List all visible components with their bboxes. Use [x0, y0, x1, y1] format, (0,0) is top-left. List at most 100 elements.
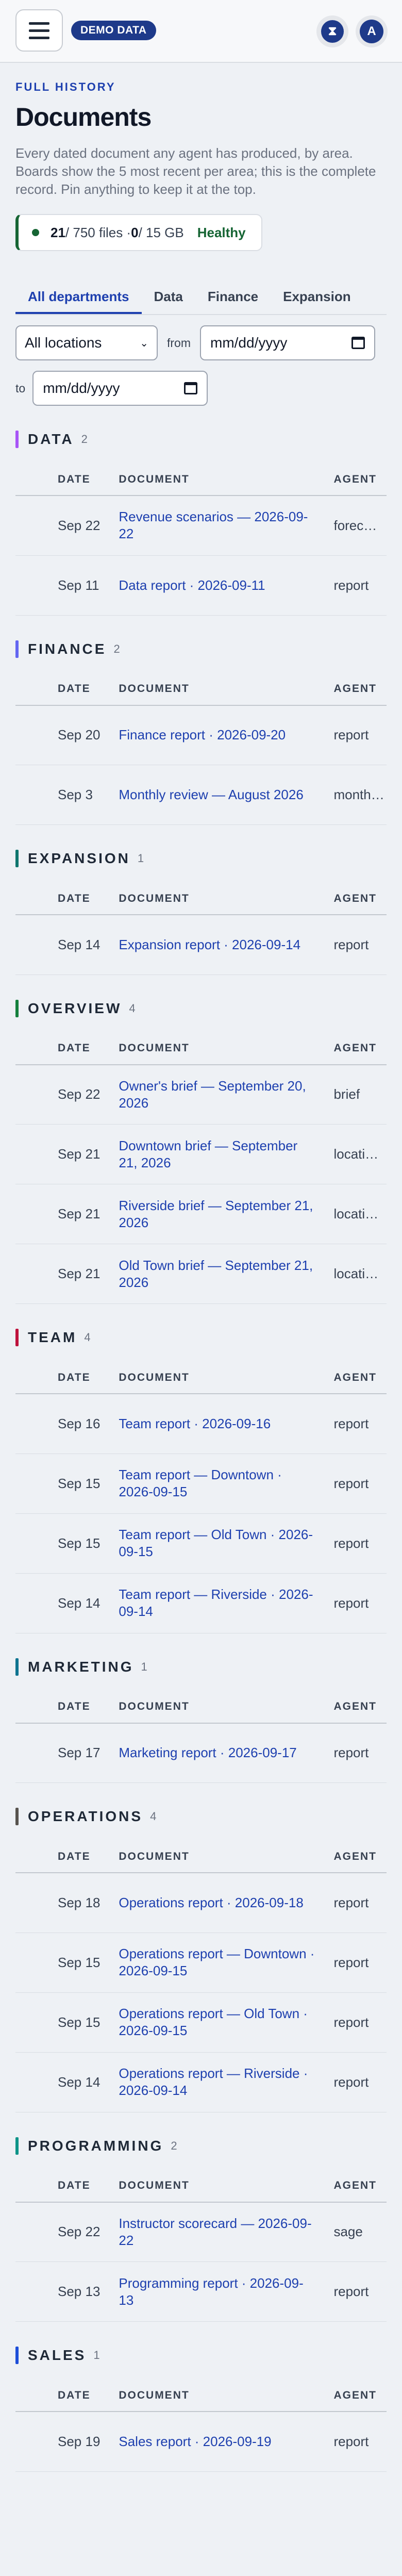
page-subtitle: Every dated document any agent has produ… — [15, 145, 376, 197]
document-link[interactable]: Team report — Downtown · 2026-09-15 — [119, 1466, 316, 1500]
avatar[interactable]: A — [356, 15, 388, 47]
section-title: MARKETING — [28, 1658, 134, 1675]
section-title: EXPANSION — [28, 850, 130, 866]
document-link[interactable]: Sales report · 2026-09-19 — [119, 2433, 316, 2450]
column-agent: AGENT — [316, 1841, 387, 1873]
document-link[interactable]: Owner's brief — September 20, 2026 — [119, 1078, 316, 1112]
document-link[interactable]: Operations report — Old Town · 2026-09-1… — [119, 2005, 316, 2039]
top-bar: DEMO DATA ⧗ A — [0, 0, 402, 63]
section-color-bar — [15, 850, 19, 867]
document-link[interactable]: Marketing report · 2026-09-17 — [119, 1744, 316, 1761]
document-link[interactable]: Monthly review — August 2026 — [119, 786, 316, 803]
section-title: SALES — [28, 2347, 87, 2363]
doc-date: Sep 19 — [15, 2412, 119, 2472]
doc-date: Sep 15 — [15, 1513, 119, 1574]
doc-cell: Operations report · 2026-09-18 — [119, 1873, 316, 1933]
document-link[interactable]: Revenue scenarios — 2026-09-22 — [119, 508, 316, 542]
section-count: 1 — [141, 1660, 147, 1673]
column-agent: AGENT — [316, 2170, 387, 2203]
doc-cell: Riverside brief — September 21, 2026 — [119, 1184, 316, 1244]
column-date: DATE — [15, 464, 119, 496]
doc-agent: report — [316, 1454, 387, 1514]
document-link[interactable]: Operations report · 2026-09-18 — [119, 1894, 316, 1911]
section-header: PROGRAMMING 2 — [15, 2137, 387, 2155]
table-row: Sep 21 Riverside brief — September 21, 20… — [15, 1184, 387, 1244]
health-status: Healthy — [197, 224, 246, 240]
document-link[interactable]: Instructor scorecard — 2026-09-22 — [119, 2215, 316, 2249]
document-link[interactable]: Finance report · 2026-09-20 — [119, 726, 316, 744]
document-link[interactable]: Team report · 2026-09-16 — [119, 1415, 316, 1432]
doc-agent: report — [316, 705, 387, 765]
hourglass-icon[interactable]: ⧗ — [316, 15, 348, 47]
from-date-input[interactable]: mm/dd/yyyy — [200, 325, 375, 360]
table-header-row: DATE DOCUMENT AGENT — [15, 883, 387, 915]
calendar-icon[interactable] — [351, 337, 365, 349]
table-header-row: DATE DOCUMENT AGENT — [15, 464, 387, 496]
section-title: OPERATIONS — [28, 1808, 143, 1824]
doc-cell: Data report · 2026-09-11 — [119, 555, 316, 616]
filters-row-2: to mm/dd/yyyy — [15, 371, 387, 406]
table-row: Sep 14 Team report — Riverside · 2026-09-… — [15, 1573, 387, 1633]
to-date-input[interactable]: mm/dd/yyyy — [32, 371, 208, 406]
table-row: Sep 15 Team report — Downtown · 2026-09-1… — [15, 1454, 387, 1514]
section-title: TEAM — [28, 1329, 77, 1345]
document-link[interactable]: Team report — Riverside · 2026-09-14 — [119, 1586, 316, 1620]
section-count: 4 — [129, 1001, 136, 1015]
eyebrow: FULL HISTORY — [15, 80, 116, 93]
section-title: OVERVIEW — [28, 1000, 122, 1016]
section-header: OPERATIONS 4 — [15, 1808, 387, 1825]
table-row: Sep 15 Operations report — Downtown · 202… — [15, 1933, 387, 1993]
doc-date: Sep 15 — [15, 1933, 119, 1993]
doc-date: Sep 17 — [15, 1723, 119, 1783]
document-link[interactable]: Operations report — Riverside · 2026-09-… — [119, 2065, 316, 2099]
section-header: TEAM 4 — [15, 1329, 387, 1346]
tab-finance[interactable]: Finance — [195, 282, 271, 314]
doc-date: Sep 18 — [15, 1873, 119, 1933]
filters: All locations ⌄ from mm/dd/yyyy — [15, 325, 387, 360]
tab-data[interactable]: Data — [142, 282, 195, 314]
section-count: 1 — [93, 2349, 100, 2362]
document-link[interactable]: Riverside brief — September 21, 2026 — [119, 1197, 316, 1231]
table-header-row: DATE DOCUMENT AGENT — [15, 1691, 387, 1724]
column-document: DOCUMENT — [119, 1691, 316, 1724]
column-document: DOCUMENT — [119, 2170, 316, 2203]
tab-expansion[interactable]: Expansion — [271, 282, 363, 314]
doc-cell: Operations report — Riverside · 2026-09-… — [119, 2052, 316, 2112]
document-link[interactable]: Programming report · 2026-09-13 — [119, 2275, 316, 2309]
tab-all-departments[interactable]: All departments — [15, 282, 142, 314]
document-link[interactable]: Operations report — Downtown · 2026-09-1… — [119, 1945, 316, 1979]
doc-cell: Old Town brief — September 21, 2026 — [119, 1244, 316, 1304]
location-select[interactable]: All locations ⌄ — [15, 325, 158, 360]
doc-cell: Owner's brief — September 20, 2026 — [119, 1064, 316, 1125]
section-header: OVERVIEW 4 — [15, 999, 387, 1017]
doc-agent: report — [316, 1992, 387, 2053]
section-color-bar — [15, 2347, 19, 2364]
documents-table: DATE DOCUMENT AGENT Sep 19 Sales report · 20… — [15, 2380, 387, 2472]
section-count: 2 — [81, 433, 88, 445]
document-link[interactable]: Expansion report · 2026-09-14 — [119, 936, 316, 953]
column-document: DOCUMENT — [119, 1032, 316, 1065]
doc-agent: locati… — [316, 1124, 387, 1184]
doc-agent: report — [316, 1573, 387, 1633]
table-row: Sep 14 Operations report — Riverside · 20… — [15, 2052, 387, 2112]
table-header-row: DATE DOCUMENT AGENT — [15, 1032, 387, 1065]
doc-agent: locati… — [316, 1184, 387, 1244]
document-link[interactable]: Old Town brief — September 21, 2026 — [119, 1257, 316, 1291]
section-count: 1 — [137, 852, 144, 865]
table-row: Sep 3 Monthly review — August 2026 month… — [15, 765, 387, 825]
section-color-bar — [15, 1329, 19, 1346]
column-document: DOCUMENT — [119, 1362, 316, 1394]
table-row: Sep 22 Instructor scorecard — 2026-09-22 s… — [15, 2202, 387, 2262]
column-agent: AGENT — [316, 673, 387, 706]
documents-table: DATE DOCUMENT AGENT Sep 22 Revenue scenarios… — [15, 464, 387, 616]
doc-date: Sep 13 — [15, 2261, 119, 2322]
doc-cell: Expansion report · 2026-09-14 — [119, 915, 316, 975]
calendar-icon[interactable] — [184, 382, 198, 394]
column-agent: AGENT — [316, 1362, 387, 1394]
document-link[interactable]: Team report — Old Town · 2026-09-15 — [119, 1526, 316, 1560]
doc-cell: Team report — Old Town · 2026-09-15 — [119, 1513, 316, 1574]
hamburger-icon[interactable] — [15, 9, 63, 52]
page-title: Documents — [15, 103, 152, 131]
document-link[interactable]: Data report · 2026-09-11 — [119, 577, 316, 594]
document-link[interactable]: Downtown brief — September 21, 2026 — [119, 1137, 316, 1171]
